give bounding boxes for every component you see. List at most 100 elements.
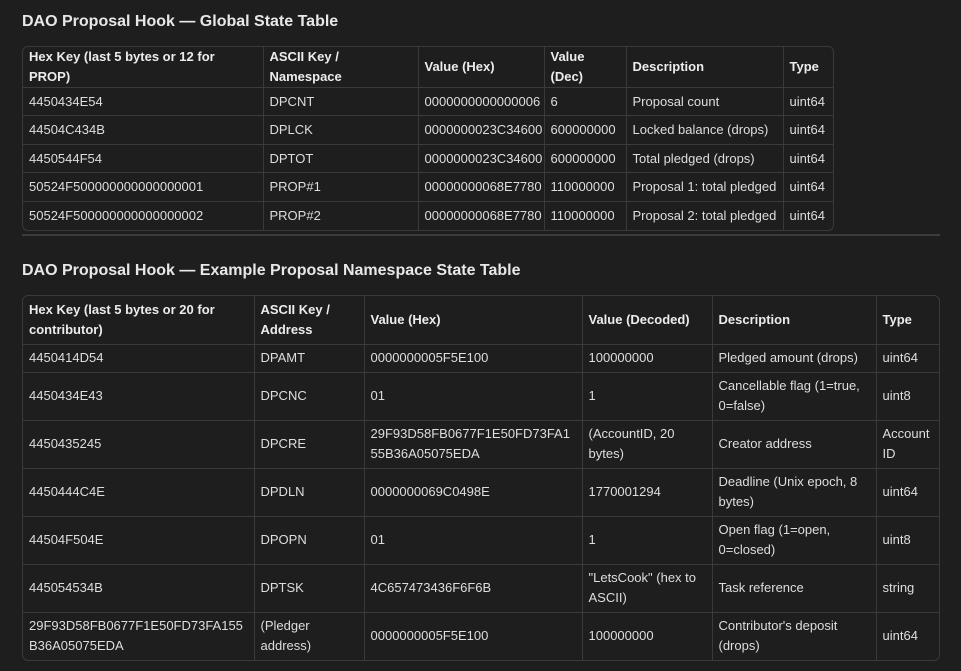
table-cell: 0000000005F5E100 <box>364 344 583 373</box>
table-cell: 4450414D54 <box>23 344 255 373</box>
global-state-table: Hex Key (last 5 bytes or 12 for PROP) AS… <box>23 47 833 230</box>
table-cell: DPLCK <box>263 115 419 145</box>
table-cell: uint64 <box>783 172 833 202</box>
column-header: Value (Hex) <box>418 47 545 88</box>
column-header: ASCII Key / Namespace <box>263 47 419 88</box>
table-cell: 0000000023C34600 <box>418 115 545 145</box>
table-cell: 0000000005F5E100 <box>364 612 583 660</box>
table-cell: uint64 <box>783 144 833 173</box>
table-cell: DPCNT <box>263 87 419 116</box>
table-cell: uint8 <box>876 516 939 565</box>
proposal-state-table-container: Hex Key (last 5 bytes or 20 for contribu… <box>22 295 940 661</box>
table-cell: uint64 <box>783 87 833 116</box>
table-row: 50524F500000000000000002 PROP#2 00000000… <box>23 201 833 230</box>
table-cell: 110000000 <box>544 201 627 230</box>
table-cell: Cancellable flag (1=true, 0=false) <box>712 372 877 421</box>
table-cell: 600000000 <box>544 144 627 173</box>
table-cell: 0000000000000006 <box>418 87 545 116</box>
table-cell: 4450435245 <box>23 420 255 469</box>
table-cell: 6 <box>544 87 627 116</box>
table-cell: Proposal 2: total pledged <box>626 201 784 230</box>
table-row: 445054534B DPTSK 4C657473436F6F6B "LetsC… <box>23 564 939 613</box>
table-cell: 50524F500000000000000002 <box>23 201 264 230</box>
table-cell: 100000000 <box>582 612 713 660</box>
table-cell: uint8 <box>876 372 939 421</box>
table-cell: Contributor's deposit (drops) <box>712 612 877 660</box>
table-cell: 44504C434B <box>23 115 264 145</box>
table-cell: 4450444C4E <box>23 468 255 517</box>
table-row: 4450414D54 DPAMT 0000000005F5E100 100000… <box>23 344 939 373</box>
table-cell: 4450434E54 <box>23 87 264 116</box>
column-header: Type <box>783 47 833 88</box>
table-cell: 0000000023C34600 <box>418 144 545 173</box>
table-cell: 4450434E43 <box>23 372 255 421</box>
table-cell: Account ID <box>876 420 939 469</box>
table-cell: 4450544F54 <box>23 144 264 173</box>
table-cell: PROP#2 <box>263 201 419 230</box>
column-header: Description <box>626 47 784 88</box>
section-divider <box>22 234 940 236</box>
table-cell: 44504F504E <box>23 516 255 565</box>
table-row: 50524F500000000000000001 PROP#1 00000000… <box>23 172 833 202</box>
table-cell: string <box>876 564 939 613</box>
table-row: 29F93D58FB0677F1E50FD73FA155B36A05075EDA… <box>23 612 939 660</box>
table-row: 4450434E54 DPCNT 0000000000000006 6 Prop… <box>23 87 833 116</box>
table-cell: DPOPN <box>254 516 365 565</box>
table-cell: 1770001294 <box>582 468 713 517</box>
table-cell: uint64 <box>783 115 833 145</box>
table-cell: Proposal 1: total pledged <box>626 172 784 202</box>
table-cell: "LetsCook" (hex to ASCII) <box>582 564 713 613</box>
column-header: Hex Key (last 5 bytes or 20 for contribu… <box>23 296 255 345</box>
table-cell: 00000000068E7780 <box>418 201 545 230</box>
table-cell: Pledged amount (drops) <box>712 344 877 373</box>
table-cell: (AccountID, 20 bytes) <box>582 420 713 469</box>
table-cell: 01 <box>364 372 583 421</box>
table-cell: uint64 <box>789 207 825 223</box>
table-cell: 1 <box>582 516 713 565</box>
table-row: 4450544F54 DPTOT 0000000023C34600 600000… <box>23 144 833 173</box>
column-header: Value (Dec) <box>544 47 627 88</box>
table-cell: DPTSK <box>254 564 365 613</box>
table-cell: DPAMT <box>254 344 365 373</box>
table-row: 4450434E43 DPCNC 01 1 Cancellable flag (… <box>23 372 939 421</box>
column-header: Value (Hex) <box>364 296 583 345</box>
global-state-table-container: Hex Key (last 5 bytes or 12 for PROP) AS… <box>22 46 834 231</box>
table-cell: 01 <box>364 516 583 565</box>
table-cell: 445054534B <box>23 564 255 613</box>
table-cell: uint64 <box>876 344 939 373</box>
table-cell: 600000000 <box>544 115 627 145</box>
table-cell: DPCRE <box>254 420 365 469</box>
table-cell: 110000000 <box>544 172 627 202</box>
table-cell: Open flag (1=open, 0=closed) <box>712 516 877 565</box>
table-row: 44504F504E DPOPN 01 1 Open flag (1=open,… <box>23 516 939 565</box>
table-cell: Task reference <box>712 564 877 613</box>
table-cell: uint64 <box>876 468 939 517</box>
column-header: Type <box>876 296 939 345</box>
column-header: ASCII Key / Address <box>254 296 365 345</box>
table-cell: 1 <box>582 372 713 421</box>
table-cell: Creator address <box>712 420 877 469</box>
table-cell: DPTOT <box>263 144 419 173</box>
table-cell: 0000000069C0498E <box>364 468 583 517</box>
proposal-header-row: Hex Key (last 5 bytes or 20 for contribu… <box>23 296 939 345</box>
table-cell: Total pledged (drops) <box>626 144 784 173</box>
table-cell: DPDLN <box>254 468 365 517</box>
table-cell: 50524F500000000000000001 <box>23 172 264 202</box>
proposal-state-table: Hex Key (last 5 bytes or 20 for contribu… <box>23 296 939 660</box>
column-header: Value (Decoded) <box>582 296 713 345</box>
column-header: Description <box>712 296 877 345</box>
table-cell: DPCNC <box>254 372 365 421</box>
table-row: 44504C434B DPLCK 0000000023C34600 600000… <box>23 115 833 145</box>
table-cell: 29F93D58FB0677F1E50FD73FA155B36A05075EDA <box>364 420 583 469</box>
table-cell: 4C657473436F6F6B <box>364 564 583 613</box>
column-header: Hex Key (last 5 bytes or 12 for PROP) <box>23 47 264 88</box>
table-cell: PROP#1 <box>263 172 419 202</box>
table-cell: Proposal count <box>626 87 784 116</box>
proposal-table-title: DAO Proposal Hook — Example Proposal Nam… <box>22 262 521 279</box>
global-table-title: DAO Proposal Hook — Global State Table <box>22 13 339 30</box>
table-cell: 00000000068E7780 <box>418 172 545 202</box>
table-cell: Deadline (Unix epoch, 8 bytes) <box>712 468 877 517</box>
global-header-row: Hex Key (last 5 bytes or 12 for PROP) AS… <box>23 47 833 88</box>
table-cell: (Pledger address) <box>254 612 365 660</box>
table-cell: 29F93D58FB0677F1E50FD73FA155B36A05075EDA <box>23 612 255 660</box>
